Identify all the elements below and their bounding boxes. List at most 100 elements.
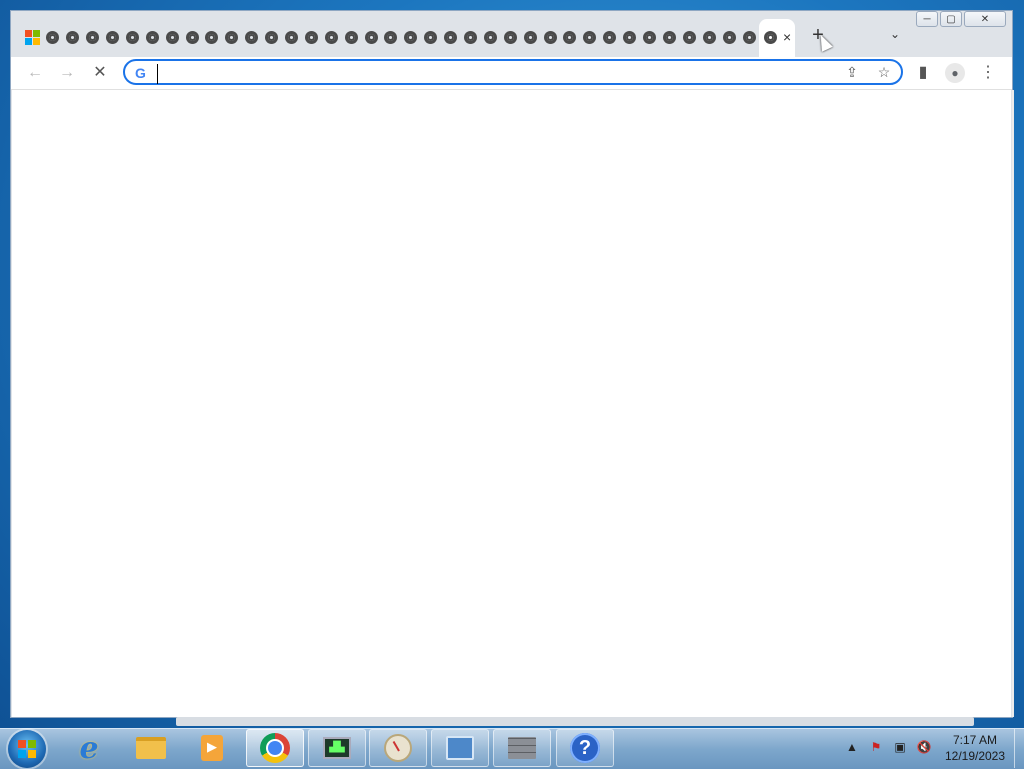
chrome-favicon-icon: [364, 30, 378, 44]
browser-toolbar: ← → ✕ G ⇪ ☆ ▮ ● ⋮: [11, 57, 1012, 90]
taskbar-clock[interactable]: 7:17 AM 12/19/2023: [940, 732, 1010, 764]
taskbar-task-manager[interactable]: ▟▙: [308, 729, 366, 767]
pinned-tab[interactable]: [679, 27, 699, 47]
pinned-tab[interactable]: [83, 27, 103, 47]
pinned-tab[interactable]: [739, 27, 759, 47]
pinned-tab[interactable]: [500, 27, 520, 47]
pinned-tab[interactable]: [103, 27, 123, 47]
maximize-button[interactable]: ▢: [940, 11, 962, 27]
pinned-tab[interactable]: [441, 27, 461, 47]
taskbar-performance-monitor[interactable]: [369, 729, 427, 767]
start-button[interactable]: [8, 730, 46, 768]
tab-close-button[interactable]: ×: [783, 29, 791, 45]
pinned-tab[interactable]: [480, 27, 500, 47]
pinned-tab[interactable]: [202, 27, 222, 47]
media-player-icon: [201, 735, 223, 761]
taskbar-internet-explorer[interactable]: e: [60, 729, 118, 767]
help-icon: ?: [570, 733, 600, 763]
chrome-favicon-icon: [543, 30, 557, 44]
pinned-tab[interactable]: [142, 27, 162, 47]
taskbar-file-explorer[interactable]: [122, 729, 180, 767]
chrome-favicon-icon: [764, 31, 777, 44]
address-bar[interactable]: G ⇪ ☆: [123, 59, 903, 85]
pinned-tab[interactable]: [301, 27, 321, 47]
taskbar-control-panel[interactable]: [431, 729, 489, 767]
pinned-tab[interactable]: [560, 27, 580, 47]
stop-loading-icon[interactable]: ✕: [90, 63, 110, 83]
taskbar-google-chrome[interactable]: [246, 729, 304, 767]
pinned-tab[interactable]: [222, 27, 242, 47]
taskbar-help[interactable]: ?: [556, 729, 614, 767]
pinned-tab[interactable]: [262, 27, 282, 47]
pinned-tab-microsoft[interactable]: [23, 27, 43, 47]
vertical-scrollbar[interactable]: [1012, 90, 1014, 717]
gauge-icon: [384, 734, 412, 762]
menu-kebab-icon[interactable]: ⋮: [978, 63, 998, 83]
control-panel-icon: [446, 736, 474, 760]
back-arrow-icon[interactable]: ←: [25, 63, 45, 83]
pinned-tab[interactable]: [660, 27, 680, 47]
chrome-favicon-icon: [145, 30, 159, 44]
pinned-tab[interactable]: [520, 27, 540, 47]
pinned-tab[interactable]: [699, 27, 719, 47]
pinned-tab[interactable]: [461, 27, 481, 47]
side-panel-icon[interactable]: ▮: [913, 63, 933, 83]
active-tab[interactable]: ×: [759, 19, 795, 57]
pinned-tabs: [23, 27, 779, 47]
pinned-tab[interactable]: [600, 27, 620, 47]
pinned-tab[interactable]: [381, 27, 401, 47]
internet-explorer-icon: e: [79, 730, 99, 766]
pinned-tab[interactable]: [540, 27, 560, 47]
chrome-favicon-icon: [165, 30, 179, 44]
profile-avatar-icon[interactable]: ●: [945, 63, 965, 83]
google-logo-icon: G: [135, 65, 146, 81]
chrome-favicon-icon: [503, 30, 517, 44]
minimize-button[interactable]: ─: [916, 11, 938, 27]
pinned-tab[interactable]: [242, 27, 262, 47]
pinned-tab[interactable]: [321, 27, 341, 47]
share-icon[interactable]: ⇪: [843, 64, 861, 82]
chrome-favicon-icon: [623, 30, 637, 44]
pinned-tab[interactable]: [580, 27, 600, 47]
pinned-tab[interactable]: [43, 27, 63, 47]
chrome-favicon-icon: [344, 30, 358, 44]
tray-expand-icon[interactable]: ▲: [844, 740, 860, 754]
volume-muted-icon[interactable]: 🔇: [916, 740, 932, 754]
taskbar-firewall[interactable]: [493, 729, 551, 767]
address-input[interactable]: [157, 64, 842, 84]
pinned-tab[interactable]: [282, 27, 302, 47]
pinned-tab[interactable]: [640, 27, 660, 47]
pinned-tab[interactable]: [63, 27, 83, 47]
chrome-favicon-icon: [603, 30, 617, 44]
taskbar-media-player[interactable]: [183, 729, 241, 767]
pinned-tab[interactable]: [341, 27, 361, 47]
chrome-window: × + ⌄ ─ ▢ ✕ ← → ✕ G ⇪ ☆ ▮ ● ⋮: [10, 10, 1014, 718]
action-center-flag-icon[interactable]: ⚑: [868, 740, 884, 754]
pinned-tab[interactable]: [421, 27, 441, 47]
chrome-favicon-icon: [66, 30, 80, 44]
chrome-favicon-icon: [245, 30, 259, 44]
pinned-tab[interactable]: [620, 27, 640, 47]
chrome-favicon-icon: [404, 30, 418, 44]
task-manager-icon: ▟▙: [323, 737, 351, 759]
system-tray: ▲ ⚑ ▣ 🔇: [844, 740, 932, 754]
chrome-favicon-icon: [583, 30, 597, 44]
chrome-favicon-icon: [662, 30, 676, 44]
bookmark-star-icon[interactable]: ☆: [875, 64, 893, 82]
close-window-button[interactable]: ✕: [964, 11, 1006, 27]
chrome-favicon-icon: [46, 30, 60, 44]
show-desktop-button[interactable]: [1014, 729, 1024, 768]
forward-arrow-icon[interactable]: →: [57, 63, 77, 83]
chrome-favicon-icon: [304, 30, 318, 44]
pinned-tab[interactable]: [361, 27, 381, 47]
network-icon[interactable]: ▣: [892, 740, 908, 754]
pinned-tab[interactable]: [719, 27, 739, 47]
pinned-tab[interactable]: [401, 27, 421, 47]
chrome-favicon-icon: [324, 30, 338, 44]
chrome-favicon-icon: [523, 30, 537, 44]
pinned-tab[interactable]: [122, 27, 142, 47]
horizontal-scrollbar[interactable]: [176, 717, 974, 726]
pinned-tab[interactable]: [162, 27, 182, 47]
tab-search-button[interactable]: ⌄: [887, 27, 903, 43]
pinned-tab[interactable]: [182, 27, 202, 47]
